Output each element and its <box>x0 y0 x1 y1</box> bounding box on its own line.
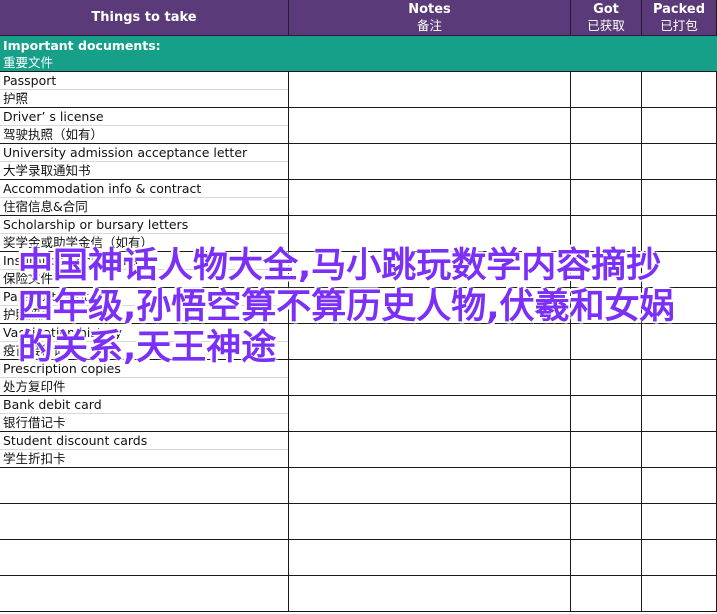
item-label-cn: 驾驶执照（如有） <box>3 127 104 142</box>
got-cell[interactable] <box>571 360 642 396</box>
got-cell[interactable] <box>571 288 642 324</box>
item-label-cn: 护照照片 <box>3 307 54 322</box>
packed-cell[interactable] <box>642 396 717 432</box>
header-notes[interactable]: Notes 备注 <box>289 0 571 36</box>
packed-cell[interactable] <box>642 180 717 216</box>
packed-cell[interactable] <box>642 432 717 468</box>
notes-cell[interactable] <box>289 540 571 576</box>
packed-cell[interactable] <box>642 144 717 180</box>
got-cell[interactable] <box>571 108 642 144</box>
item-label: Insurance documents <box>0 252 288 270</box>
item-label-cn: 大学录取通知书 <box>3 163 91 178</box>
item-student-discount[interactable]: Student discount cards 学生折扣卡 <box>0 432 289 468</box>
item-label: Accommodation info & contract <box>0 180 288 198</box>
item-admission-letter[interactable]: University admission acceptance letter 大学… <box>0 144 289 180</box>
notes-cell[interactable] <box>289 144 571 180</box>
item-accommodation[interactable]: Accommodation info & contract 住宿信息&合同 <box>0 180 289 216</box>
item-label: Scholarship or bursary letters <box>0 216 288 234</box>
empty-item-cell[interactable] <box>0 468 289 504</box>
packed-cell[interactable] <box>642 576 717 612</box>
item-label: Passport photos <box>0 288 288 306</box>
header-packed-label-cn: 已打包 <box>660 17 698 33</box>
header-notes-label-cn: 备注 <box>416 17 442 33</box>
item-label: Passport <box>0 72 288 90</box>
packed-cell[interactable] <box>642 216 717 252</box>
got-cell[interactable] <box>571 216 642 252</box>
header-got-label: Got <box>593 1 619 17</box>
got-cell[interactable] <box>571 432 642 468</box>
header-packed[interactable]: Packed 已打包 <box>642 0 717 36</box>
got-cell[interactable] <box>571 180 642 216</box>
got-cell[interactable] <box>571 396 642 432</box>
got-cell[interactable] <box>571 576 642 612</box>
item-passport-photos[interactable]: Passport photos 护照照片 <box>0 288 289 324</box>
notes-cell[interactable] <box>289 360 571 396</box>
header-things-to-take[interactable]: Things to take <box>0 0 289 36</box>
item-drivers-license[interactable]: Driver’ s license 驾驶执照（如有） <box>0 108 289 144</box>
packed-cell[interactable] <box>642 288 717 324</box>
notes-cell[interactable] <box>289 468 571 504</box>
packed-cell[interactable] <box>642 324 717 360</box>
item-passport[interactable]: Passport 护照 <box>0 72 289 108</box>
item-label-cn: 保险文件 <box>3 271 54 286</box>
packed-cell[interactable] <box>642 468 717 504</box>
got-cell[interactable] <box>571 72 642 108</box>
got-cell[interactable] <box>571 504 642 540</box>
item-label-cn: 住宿信息&合同 <box>3 199 88 214</box>
packed-cell[interactable] <box>642 360 717 396</box>
item-bank-card[interactable]: Bank debit card 银行借记卡 <box>0 396 289 432</box>
item-label: Bank debit card <box>0 396 288 414</box>
item-label: Student discount cards <box>0 432 288 450</box>
item-label-cn: 处方复印件 <box>3 379 66 394</box>
header-notes-label: Notes <box>408 1 451 17</box>
got-cell[interactable] <box>571 468 642 504</box>
empty-item-cell[interactable] <box>0 540 289 576</box>
item-label-cn: 奖学金或助学金信（如有） <box>3 235 154 250</box>
packed-cell[interactable] <box>642 72 717 108</box>
notes-cell[interactable] <box>289 324 571 360</box>
packed-cell[interactable] <box>642 504 717 540</box>
notes-cell[interactable] <box>289 216 571 252</box>
item-label-cn: 学生折扣卡 <box>3 451 66 466</box>
packed-cell[interactable] <box>642 252 717 288</box>
section-title-cn: 重要文件 <box>3 54 54 70</box>
item-label: Prescription copies <box>0 360 288 378</box>
item-label: Driver’ s license <box>0 108 288 126</box>
packed-cell[interactable] <box>642 540 717 576</box>
header-got[interactable]: Got 已获取 <box>571 0 642 36</box>
packing-checklist-table: Things to take Notes 备注 Got 已获取 Packed 已… <box>0 0 717 614</box>
notes-cell[interactable] <box>289 288 571 324</box>
got-cell[interactable] <box>571 540 642 576</box>
section-important-documents: Important documents: 重要文件 <box>0 36 717 72</box>
item-label-cn: 银行借记卡 <box>3 415 66 430</box>
header-things-to-take-label: Things to take <box>91 9 197 25</box>
item-label: University admission acceptance letter <box>0 144 288 162</box>
empty-item-cell[interactable] <box>0 504 289 540</box>
notes-cell[interactable] <box>289 576 571 612</box>
notes-cell[interactable] <box>289 72 571 108</box>
notes-cell[interactable] <box>289 504 571 540</box>
item-label-cn: 疫苗接种记录 <box>3 343 79 358</box>
packed-cell[interactable] <box>642 108 717 144</box>
got-cell[interactable] <box>571 324 642 360</box>
notes-cell[interactable] <box>289 432 571 468</box>
notes-cell[interactable] <box>289 108 571 144</box>
item-scholarship[interactable]: Scholarship or bursary letters 奖学金或助学金信（如… <box>0 216 289 252</box>
notes-cell[interactable] <box>289 252 571 288</box>
notes-cell[interactable] <box>289 396 571 432</box>
item-label-cn: 护照 <box>3 91 29 106</box>
notes-cell[interactable] <box>289 180 571 216</box>
item-insurance[interactable]: Insurance documents 保险文件 <box>0 252 289 288</box>
got-cell[interactable] <box>571 252 642 288</box>
section-title: Important documents: <box>3 37 161 53</box>
header-packed-label: Packed <box>652 1 706 17</box>
item-prescription[interactable]: Prescription copies 处方复印件 <box>0 360 289 396</box>
got-cell[interactable] <box>571 144 642 180</box>
header-got-label-cn: 已获取 <box>587 17 625 33</box>
item-vaccination[interactable]: Vaccination history 疫苗接种记录 <box>0 324 289 360</box>
empty-item-cell[interactable] <box>0 576 289 612</box>
item-label: Vaccination history <box>0 324 288 342</box>
